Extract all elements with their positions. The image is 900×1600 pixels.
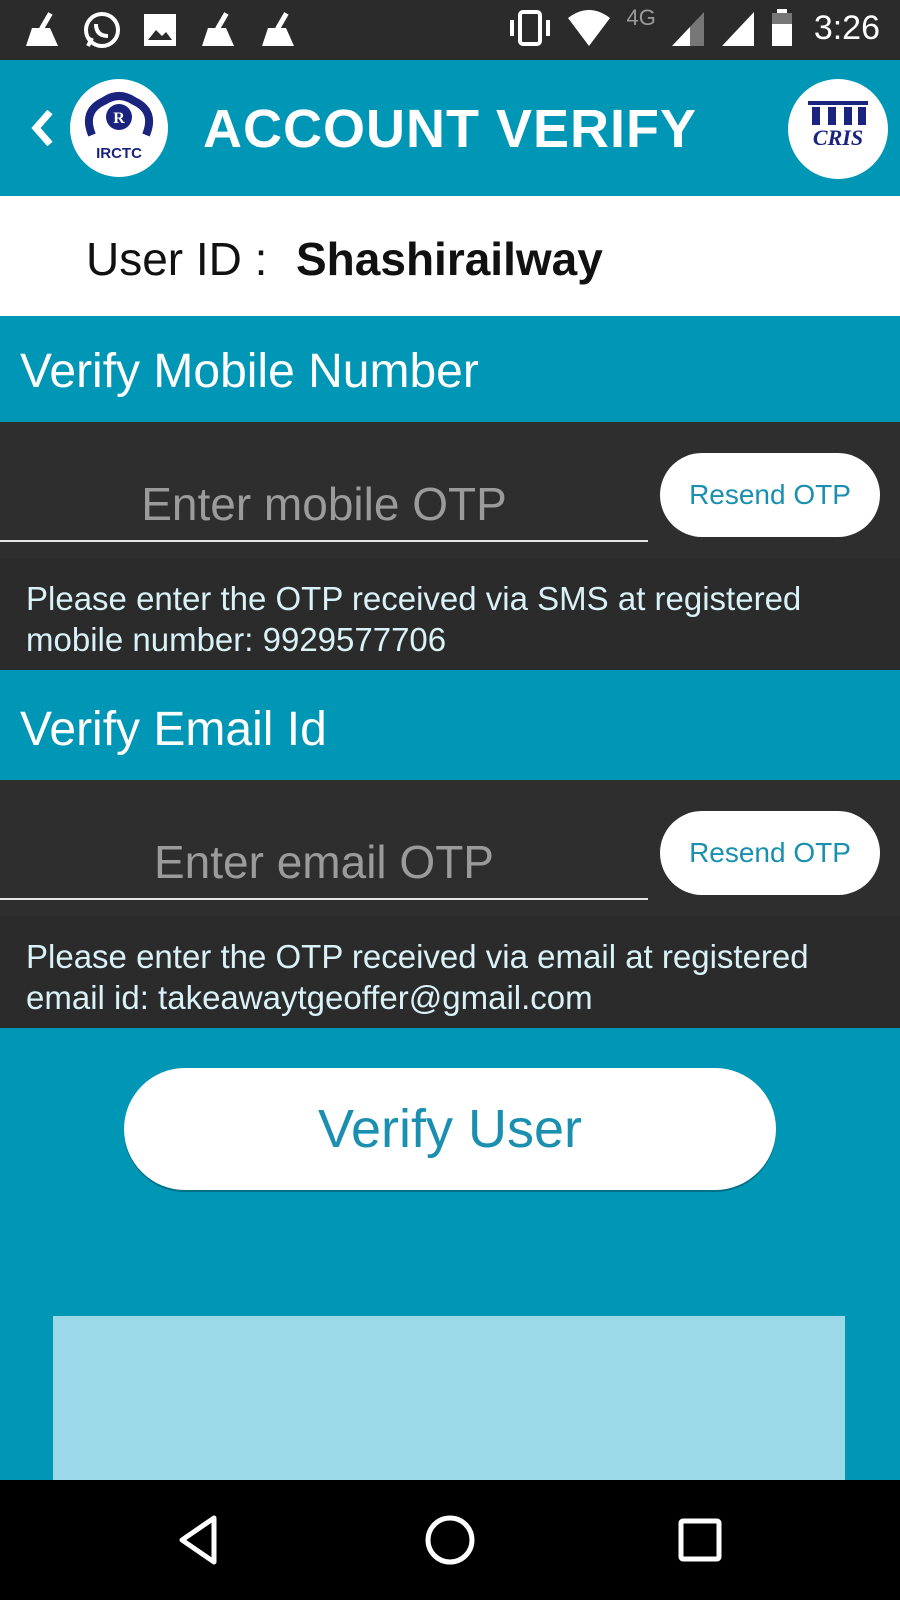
verify-user-button[interactable]: Verify User <box>124 1068 776 1190</box>
email-otp-hint: Please enter the OTP received via email … <box>0 916 900 1028</box>
notification-icons <box>22 10 298 50</box>
user-id-label: User ID : <box>86 233 268 285</box>
image-icon <box>144 14 176 46</box>
email-otp-input[interactable] <box>0 826 648 900</box>
user-id-value: Shashirailway <box>296 233 603 285</box>
cleaner-icon <box>262 12 294 46</box>
mobile-section-title: Verify Mobile Number <box>20 345 479 398</box>
mobile-section-header: Verify Mobile Number <box>0 316 900 422</box>
cleaner-icon <box>26 12 58 46</box>
system-nav-bar <box>0 1480 900 1600</box>
email-otp-hint-text: Please enter the OTP received via email … <box>26 938 809 1016</box>
cleaner-icon <box>202 12 234 46</box>
signal-icon <box>721 12 754 46</box>
cris-logo-text: CRIS <box>812 125 864 150</box>
email-section-title: Verify Email Id <box>20 703 327 756</box>
back-triangle-icon[interactable] <box>168 1508 232 1572</box>
resend-mobile-otp-button[interactable]: Resend OTP <box>660 453 880 537</box>
user-id-row: User ID : Shashirailway <box>0 196 900 316</box>
home-circle-icon[interactable] <box>418 1508 482 1572</box>
recents-square-icon[interactable] <box>668 1508 732 1572</box>
mobile-otp-hint-text: Please enter the OTP received via SMS at… <box>26 580 802 658</box>
cris-logo: CRIS <box>788 79 888 179</box>
status-bar: 4G 3:26 <box>0 0 900 60</box>
network-type-label: 4G <box>626 5 656 30</box>
system-icons: 4G 3:26 <box>508 5 880 48</box>
signal-icon <box>671 12 704 46</box>
mobile-otp-input[interactable] <box>0 468 648 542</box>
resend-email-otp-button[interactable]: Resend OTP <box>660 811 880 895</box>
email-otp-row: Resend OTP <box>0 780 900 916</box>
app-bar: R IRCTC ACCOUNT VERIFY CRIS <box>0 60 900 196</box>
battery-icon <box>771 9 792 46</box>
wifi-icon <box>568 10 611 46</box>
whatsapp-icon <box>84 12 120 48</box>
email-section-header: Verify Email Id <box>0 674 900 780</box>
mobile-otp-row: Resend OTP <box>0 422 900 558</box>
mobile-otp-hint: Please enter the OTP received via SMS at… <box>0 558 900 670</box>
page-title: ACCOUNT VERIFY <box>202 99 697 159</box>
vibrate-icon <box>510 10 551 46</box>
clock: 3:26 <box>813 8 880 47</box>
ad-banner-placeholder <box>53 1316 845 1486</box>
